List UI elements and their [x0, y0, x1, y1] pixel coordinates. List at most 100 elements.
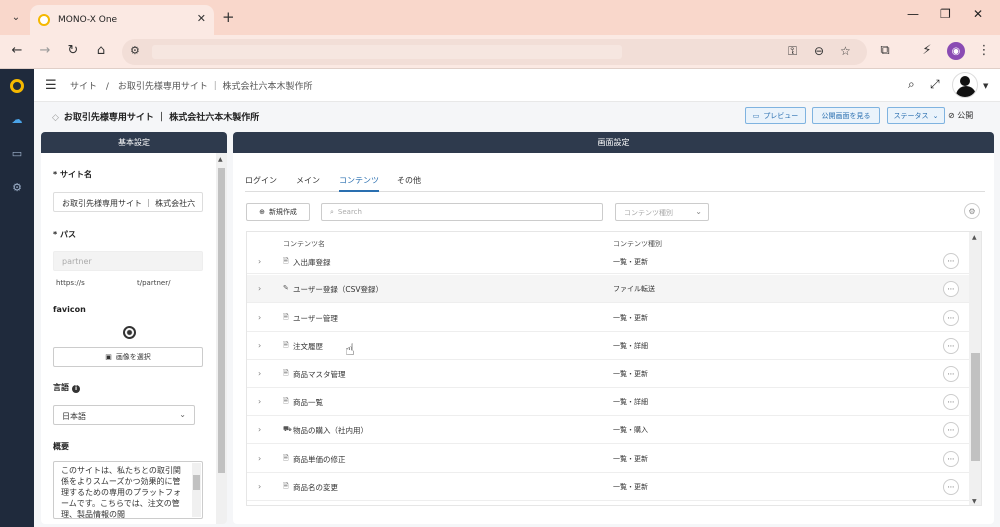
table-row[interactable]: › 🗎 注文履歴 一覧・詳細 ⋯ — [247, 332, 969, 360]
password-key-icon[interactable]: ⚿ — [788, 44, 797, 59]
more-options-icon[interactable]: ⋯ — [943, 253, 959, 269]
fullscreen-icon[interactable]: ⤢ — [930, 77, 940, 92]
more-options-icon[interactable]: ⋯ — [943, 366, 959, 382]
settings-gear-icon[interactable]: ⚙ — [9, 181, 25, 197]
more-options-icon[interactable]: ⋯ — [943, 281, 959, 297]
content-type-select[interactable]: コンテンツ種別 ⌄ — [615, 203, 709, 221]
cloud-icon[interactable]: ☁ — [9, 113, 25, 129]
edit-icon: ✎ — [283, 284, 289, 292]
back-arrow-icon[interactable]: ← — [8, 43, 26, 58]
more-options-icon[interactable]: ⋯ — [943, 338, 959, 354]
select-image-button[interactable]: ▣ 画像を選択 — [53, 347, 203, 367]
tab-close-icon[interactable]: ✕ — [197, 12, 206, 25]
doc-icon: 🗎 — [283, 313, 289, 321]
breadcrumb-site[interactable]: サイト — [70, 82, 97, 92]
table-row[interactable]: › ✎ ユーザー登録（CSV登録） ファイル転送 ⋯ — [247, 275, 969, 303]
breadcrumb: サイト / お取引先様専用サイト ｜ 株式会社六本木製作所 — [70, 79, 319, 92]
user-avatar[interactable] — [952, 72, 978, 98]
zoom-icon[interactable]: ⊖ — [814, 44, 824, 58]
address-bar[interactable]: ⚙ ⚿ ⊖ ☆ — [122, 39, 867, 65]
table-settings-gear-icon[interactable]: ⚙ — [964, 203, 980, 219]
table-row[interactable]: › 🗎 商品名の変更 一覧・更新 ⋯ — [247, 473, 969, 501]
browser-menu-icon[interactable]: ⋮ — [975, 43, 993, 58]
more-options-icon[interactable]: ⋯ — [943, 451, 959, 467]
tab-search-dropdown-icon[interactable]: ⌄ — [6, 7, 26, 27]
forward-arrow-icon[interactable]: → — [36, 43, 54, 58]
extensions-icon[interactable]: ⧉ — [876, 43, 894, 58]
left-panel-scroll-thumb[interactable] — [218, 168, 225, 473]
more-options-icon[interactable]: ⋯ — [943, 394, 959, 410]
new-tab-button[interactable]: + — [222, 8, 235, 26]
folder-icon[interactable]: ▭ — [9, 147, 25, 163]
window-close-icon[interactable]: ✕ — [973, 7, 983, 21]
more-options-icon[interactable]: ⋯ — [943, 479, 959, 495]
doc-icon: 🗎 — [283, 397, 289, 405]
chevron-right-icon[interactable]: › — [258, 284, 261, 293]
page-title: ◇ お取引先様専用サイト ｜ 株式会社六本木製作所 — [52, 113, 260, 123]
performance-icon[interactable]: ⚡ — [918, 43, 936, 58]
info-icon[interactable]: i — [72, 385, 80, 393]
browser-profile-avatar[interactable]: ◉ — [947, 42, 965, 60]
table-row[interactable]: › 🗎 商品単価の修正 一覧・更新 ⋯ — [247, 445, 969, 473]
content-name: 商品一覧 — [293, 398, 323, 407]
tab-other[interactable]: その他 — [397, 175, 421, 190]
content-name: 物品の購入（社内用） — [293, 426, 368, 435]
search-input[interactable]: ⌕ Search — [321, 203, 603, 221]
home-icon[interactable]: ⌂ — [92, 43, 110, 58]
path-label: * パス — [53, 230, 76, 239]
site-name-input[interactable]: お取引先様専用サイト ｜ 株式会社六 — [53, 192, 203, 212]
app-logo-icon[interactable] — [10, 79, 24, 93]
table-row[interactable]: › 🗎 入出庫登録 一覧・更新 ⋯ — [247, 250, 969, 274]
content-type: 一覧・更新 — [613, 370, 648, 378]
status-dropdown-button[interactable]: ステータス ⌄ — [887, 107, 945, 124]
doc-icon: 🗎 — [283, 454, 289, 462]
reload-icon[interactable]: ↻ — [64, 43, 82, 58]
browser-tab[interactable]: MONO-X One ✕ — [30, 5, 214, 35]
content-name: ユーザー登録（CSV登録） — [293, 285, 383, 294]
tab-main[interactable]: メイン — [296, 175, 320, 190]
chevron-right-icon[interactable]: › — [258, 397, 261, 406]
table-row[interactable]: › 🗎 商品一覧 一覧・詳細 ⋯ — [247, 388, 969, 416]
table-row[interactable]: › 🗎 商品マスタ管理 一覧・更新 ⋯ — [247, 360, 969, 388]
bookmark-star-icon[interactable]: ☆ — [840, 44, 851, 58]
content-type: 一覧・更新 — [613, 314, 648, 322]
url-preview-prefix: https://s — [56, 279, 85, 287]
path-input[interactable]: partner — [53, 251, 203, 271]
content-type: 一覧・購入 — [613, 426, 648, 434]
chevron-right-icon[interactable]: › — [258, 341, 261, 350]
tab-contents[interactable]: コンテンツ — [339, 175, 379, 192]
chevron-right-icon[interactable]: › — [258, 313, 261, 322]
more-options-icon[interactable]: ⋯ — [943, 310, 959, 326]
content-type: 一覧・更新 — [613, 258, 648, 266]
table-scroll-thumb[interactable] — [971, 353, 980, 461]
preview-button[interactable]: ▭ プレビュー — [745, 107, 806, 124]
more-options-icon[interactable]: ⋯ — [943, 422, 959, 438]
summary-textarea[interactable]: このサイトは、私たちとの取引関係をよりスムーズかつ効果的に管理するための専用のプ… — [53, 461, 203, 519]
textarea-scrollbar[interactable] — [192, 463, 201, 517]
new-content-button[interactable]: ⊕ 新規作成 — [246, 203, 310, 221]
chevron-right-icon[interactable]: › — [258, 369, 261, 378]
left-panel-scrollbar[interactable]: ▲ — [216, 153, 227, 524]
chevron-right-icon[interactable]: › — [258, 425, 261, 434]
chevron-down-icon[interactable]: ▼ — [983, 82, 988, 90]
content-name: 商品名の変更 — [293, 483, 338, 492]
site-info-icon[interactable]: ⚙ — [130, 44, 140, 57]
view-public-button[interactable]: 公開画面を見る — [812, 107, 880, 124]
search-icon[interactable]: ⌕ — [908, 77, 915, 92]
chevron-right-icon[interactable]: › — [258, 454, 261, 463]
hand-cursor-icon: ☝ — [345, 340, 355, 359]
menu-toggle-icon[interactable]: ☰ — [45, 78, 57, 93]
window-restore-icon[interactable]: ❐ — [940, 7, 951, 21]
chevron-right-icon[interactable]: › — [258, 482, 261, 491]
table-row[interactable]: › ⛟ 物品の購入（社内用） 一覧・購入 ⋯ — [247, 416, 969, 444]
table-scrollbar[interactable]: ▲ ▼ — [969, 232, 981, 505]
table-row[interactable]: › 🗎 ユーザー管理 一覧・更新 ⋯ — [247, 304, 969, 332]
window-minimize-icon[interactable]: — — [907, 7, 919, 21]
screen-settings-panel: 画面設定 ログイン メイン コンテンツ その他 ⊕ 新規作成 ⌕ Search コン… — [233, 132, 994, 524]
column-header-type[interactable]: コンテンツ種別 — [613, 239, 662, 249]
chevron-down-icon: ⌄ — [932, 111, 939, 120]
tab-login[interactable]: ログイン — [245, 175, 277, 190]
language-select[interactable]: 日本語 ⌄ — [53, 405, 195, 425]
chevron-right-icon[interactable]: › — [258, 257, 261, 266]
column-header-name[interactable]: コンテンツ名 — [283, 239, 325, 249]
